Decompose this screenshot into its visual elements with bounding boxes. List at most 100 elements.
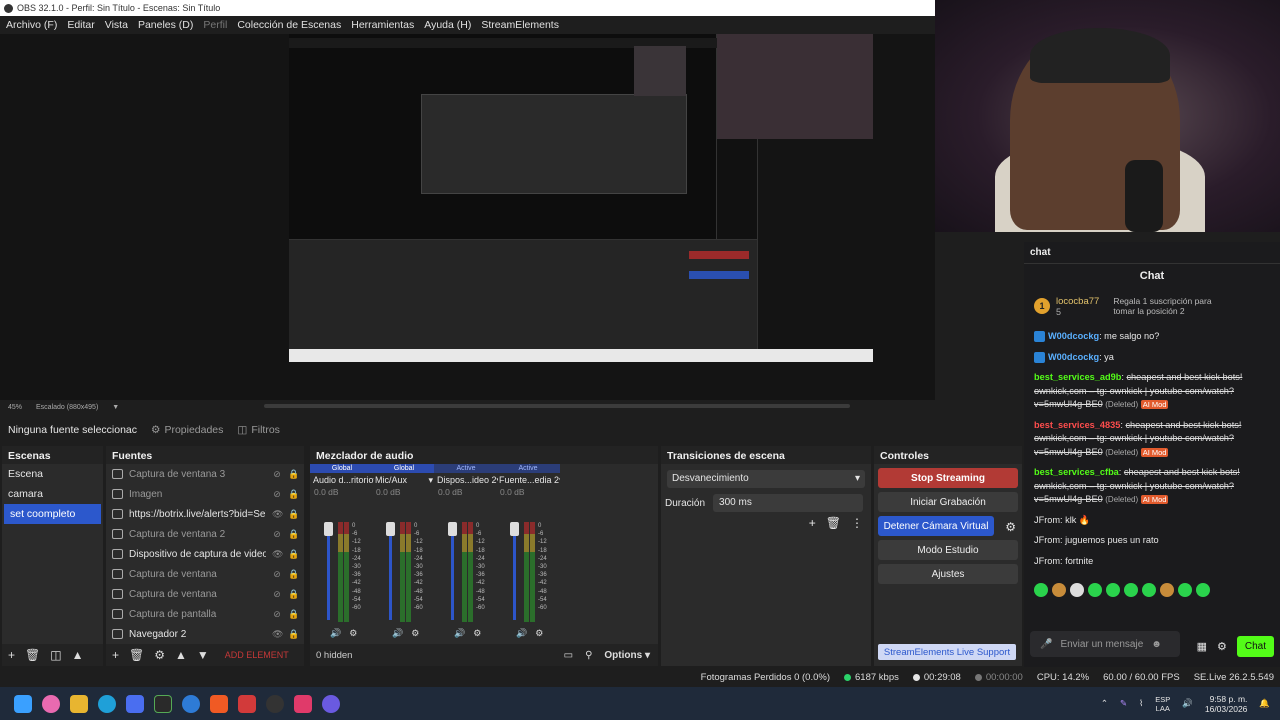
source-item[interactable]: Captura de ventana 3 ⊘ 🔒: [106, 464, 304, 484]
gear-icon[interactable]: ⚙: [535, 628, 543, 639]
source-item[interactable]: Captura de ventana 2 ⊘ 🔒: [106, 524, 304, 544]
lock-icon[interactable]: 🔒: [288, 629, 299, 640]
add-icon[interactable]: +: [8, 648, 15, 662]
emote-icon[interactable]: [1106, 583, 1120, 597]
up-arrow-icon[interactable]: ▲: [72, 648, 84, 662]
layout-icon[interactable]: ▭: [564, 650, 573, 661]
options-button[interactable]: Options ▾: [604, 650, 650, 661]
lock-icon[interactable]: 🔒: [288, 509, 299, 520]
source-item[interactable]: Captura de pantalla ⊘ 🔒: [106, 604, 304, 624]
emote-icon[interactable]: [1160, 583, 1174, 597]
fader-knob[interactable]: [510, 522, 519, 536]
language-indicator[interactable]: ESP LAA: [1155, 695, 1170, 713]
gear-icon[interactable]: ⚙: [349, 628, 357, 639]
volume-fader[interactable]: [513, 524, 516, 620]
source-item[interactable]: Dispositivo de captura de video 2 👁 🔒: [106, 544, 304, 564]
emote-icon[interactable]: [1196, 583, 1210, 597]
source-item[interactable]: Navegador 2 👁 🔒: [106, 624, 304, 644]
chat-input[interactable]: 🎤 Enviar un mensaje ☻: [1030, 631, 1180, 657]
add-element-button[interactable]: ADD ELEMENT: [225, 650, 289, 660]
up-arrow-icon[interactable]: ▲: [175, 648, 187, 662]
menu-item-2[interactable]: Vista: [105, 19, 128, 31]
menu-item-6[interactable]: Herramientas: [351, 19, 414, 31]
fader-knob[interactable]: [448, 522, 457, 536]
chevron-down-icon[interactable]: ▼: [112, 404, 119, 411]
preview-area[interactable]: [0, 34, 935, 400]
volume-fader[interactable]: [451, 524, 454, 620]
source-item[interactable]: https://botrix.live/alerts?bid=SeY 👁 🔒: [106, 504, 304, 524]
emote-icon[interactable]: [1124, 583, 1138, 597]
chat-username[interactable]: best_services_4835: [1034, 420, 1120, 430]
gear-icon[interactable]: ⚙: [473, 628, 481, 639]
store-icon[interactable]: [126, 694, 144, 713]
lock-icon[interactable]: 🔒: [288, 549, 299, 560]
add-icon[interactable]: +: [809, 516, 816, 530]
trash-icon[interactable]: 🗑: [826, 516, 841, 530]
lock-icon[interactable]: 🔒: [288, 529, 299, 540]
duration-input[interactable]: 300 ms: [713, 494, 864, 512]
menu-item-4[interactable]: Perfil: [203, 19, 227, 31]
speaker-icon[interactable]: 🔊: [454, 628, 465, 639]
lock-icon[interactable]: 🔒: [288, 469, 299, 480]
eye-icon[interactable]: 👁: [272, 629, 283, 640]
trash-icon[interactable]: 🗑: [129, 648, 144, 662]
eye-icon[interactable]: 👁: [272, 549, 283, 560]
filters-button[interactable]: ◫ Filtros: [237, 424, 280, 436]
down-arrow-icon[interactable]: ▼: [197, 648, 209, 662]
send-chat-button[interactable]: Chat: [1236, 636, 1274, 657]
chat-username[interactable]: W00dcockg: [1048, 331, 1099, 341]
link-icon[interactable]: ⚲: [585, 650, 592, 661]
stop-streaming-button[interactable]: Stop Streaming: [878, 468, 1018, 488]
source-item[interactable]: Captura de ventana ⊘ 🔒: [106, 564, 304, 584]
gear-icon[interactable]: ⚙: [1005, 520, 1016, 534]
eye-slash-icon[interactable]: ⊘: [272, 489, 282, 500]
studio-mode-button[interactable]: Modo Estudio: [878, 540, 1018, 560]
speaker-icon[interactable]: 🔊: [516, 628, 527, 639]
copilot-icon[interactable]: [42, 694, 60, 713]
volume-icon[interactable]: 🔊: [1182, 698, 1193, 709]
menu-item-0[interactable]: Archivo (F): [6, 19, 57, 31]
eye-icon[interactable]: 👁: [272, 509, 283, 520]
emote-icon[interactable]: [1178, 583, 1192, 597]
scaling-label[interactable]: Escalado (880x495): [36, 404, 98, 411]
eye-slash-icon[interactable]: ⊘: [272, 569, 282, 580]
scene-item[interactable]: camara: [2, 484, 103, 504]
more-icon[interactable]: ⋮: [851, 516, 863, 530]
settings-button[interactable]: Ajustes: [878, 564, 1018, 584]
chat-username[interactable]: best_services_cfba: [1034, 467, 1119, 477]
filter-icon[interactable]: ◫: [50, 648, 61, 662]
live-support-button[interactable]: StreamElements Live Support: [878, 644, 1016, 660]
eye-slash-icon[interactable]: ⊘: [272, 529, 282, 540]
brave-icon[interactable]: [210, 694, 228, 713]
source-item[interactable]: Imagen ⊘ 🔒: [106, 484, 304, 504]
t-app-icon[interactable]: [238, 694, 256, 713]
app-icon[interactable]: [182, 694, 200, 713]
chat-username[interactable]: W00dcockg: [1048, 352, 1099, 362]
file-explorer-icon[interactable]: [70, 694, 88, 713]
emote-icon[interactable]: [1052, 583, 1066, 597]
preview-scrollbar[interactable]: [264, 404, 850, 408]
emote-icon[interactable]: [1142, 583, 1156, 597]
speaker-icon[interactable]: 🔊: [392, 628, 403, 639]
pen-icon[interactable]: ✎: [1120, 698, 1127, 709]
menu-item-3[interactable]: Paneles (D): [138, 19, 193, 31]
menu-item-5[interactable]: Colección de Escenas: [237, 19, 341, 31]
lock-icon[interactable]: 🔒: [288, 489, 299, 500]
mic-icon[interactable]: 🎤: [1040, 639, 1052, 650]
channel-name[interactable]: Dispos...ideo 2▾: [434, 473, 498, 487]
obs-icon[interactable]: [266, 694, 284, 713]
channel-name[interactable]: Audio d...ritorio▾: [310, 473, 374, 487]
top-user[interactable]: lococba77: [1056, 296, 1099, 307]
channel-name[interactable]: Fuente...edia 2▾: [496, 473, 560, 487]
menu-item-1[interactable]: Editar: [67, 19, 94, 31]
gear-icon[interactable]: ⚙: [1217, 640, 1227, 653]
gear-icon[interactable]: ⚙: [154, 648, 165, 662]
emote-icon[interactable]: [1034, 583, 1048, 597]
tiktok-icon[interactable]: [294, 694, 312, 713]
add-icon[interactable]: +: [112, 648, 119, 662]
speaker-icon[interactable]: 🔊: [330, 628, 341, 639]
fader-knob[interactable]: [324, 522, 333, 536]
zoom-level[interactable]: 45%: [8, 404, 22, 411]
scene-item[interactable]: set coompleto: [4, 504, 101, 524]
discord-icon[interactable]: [322, 694, 340, 713]
